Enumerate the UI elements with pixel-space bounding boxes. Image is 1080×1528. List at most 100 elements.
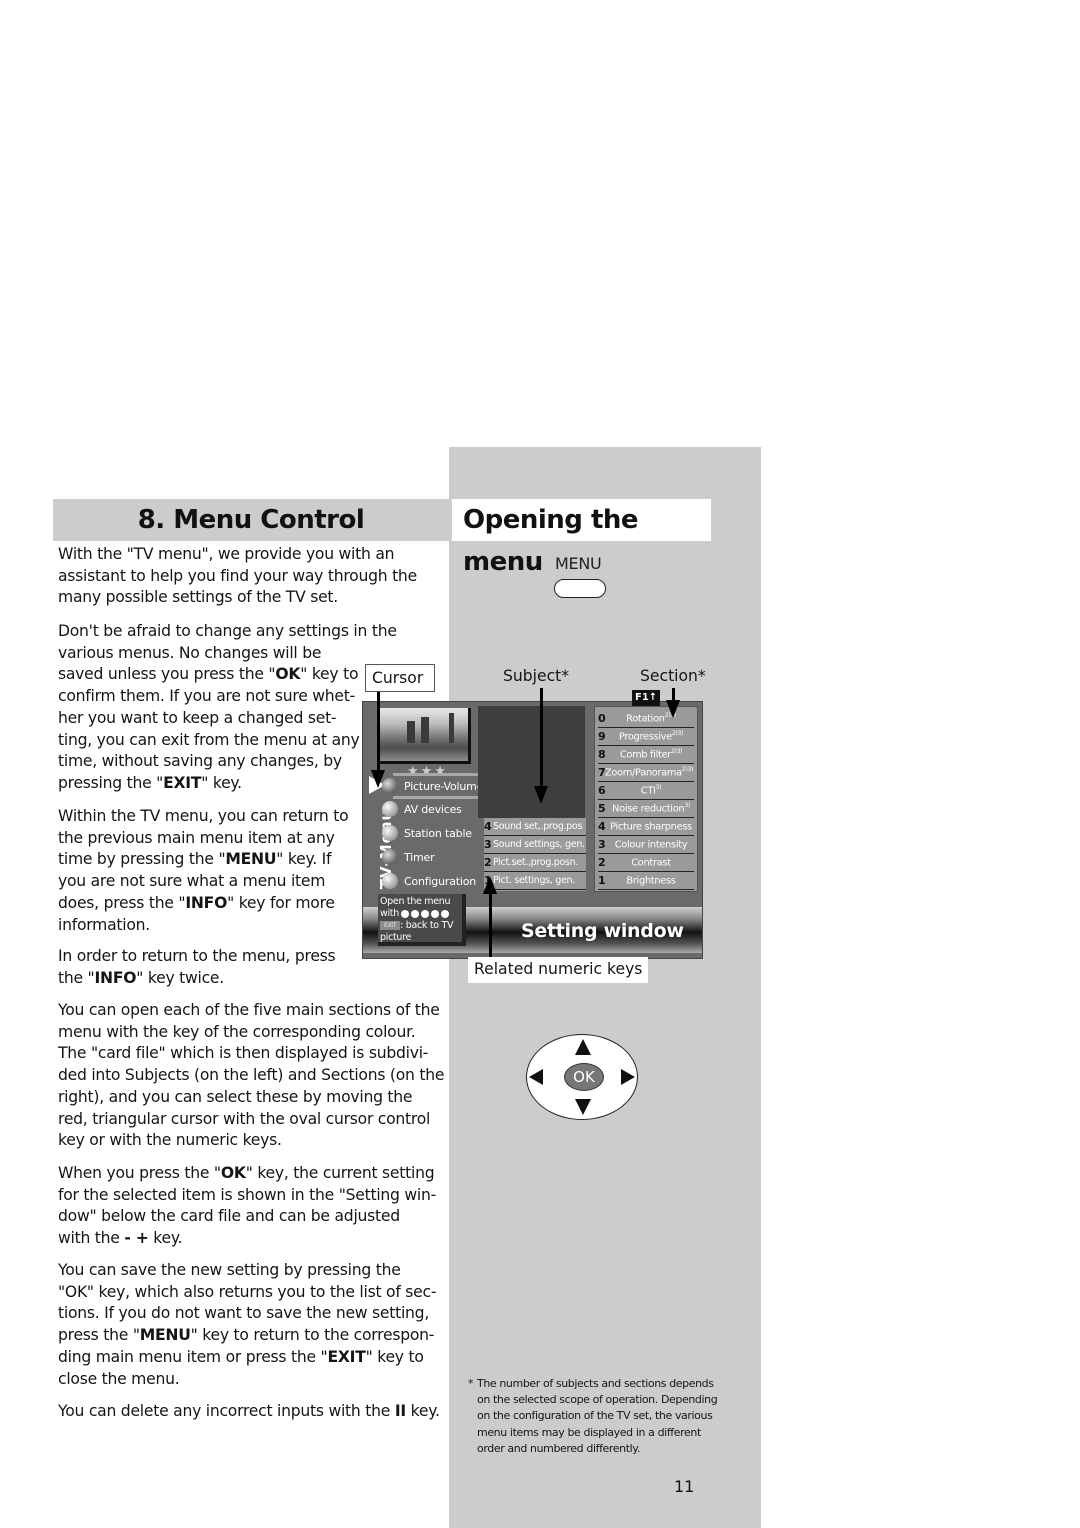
text-line: the previous main menu item at any [58,828,335,847]
text-line: for the selected item is shown in the "S… [58,1185,436,1204]
ball-icon [382,873,398,889]
page-number: 11 [674,1477,695,1496]
subject-list: 4 Sound set,.prog.pos 3 Sound settings, ge… [484,818,586,891]
text-line: many possible settings of the TV set. [58,588,338,607]
arrow-left-icon[interactable] [529,1069,543,1085]
paragraph-save: You can save the new setting by pressing… [58,1260,436,1390]
text-line: You can delete any incorrect inputs with… [58,1402,440,1420]
ok-button[interactable]: OK [564,1063,604,1091]
ball-icon [382,849,398,865]
text-line: tions. If you do not want to save the ne… [58,1304,430,1323]
paragraph-changes: Don't be afraid to change any settings i… [58,621,397,795]
text-line: press the "MENU" key to return to the co… [58,1326,435,1345]
arrow-up-icon[interactable] [575,1039,591,1055]
exit-key-icon: EXIT [380,921,401,930]
paragraph-info: In order to return to the menu, press th… [58,946,336,989]
cursor-arrow [377,692,380,772]
text-line: ding main menu item or press the "EXIT" … [58,1347,424,1366]
text-line: her you want to keep a changed set- [58,708,337,727]
menu-key-icon [554,579,606,598]
text-line: dow" below the card file and can be adju… [58,1207,400,1226]
section-item[interactable]: 9 Progressive2)3) [598,728,694,746]
sidebar-panel [449,447,761,1528]
text-line: pressing the "EXIT" key. [58,773,242,792]
section-item[interactable]: 1 Brightness [598,872,694,890]
numeric-keys-arrow [489,890,492,960]
text-line: ded into Subjects (on the left) and Sect… [58,1066,445,1085]
subsection-heading: Opening the menu [452,499,711,577]
text-line: with the - + key. [58,1229,183,1248]
subject-item[interactable]: 3 Sound settings, gen. [484,836,586,854]
subject-item[interactable]: 4 Sound set,.prog.pos [484,818,586,836]
text-line: Within the TV menu, you can return to [58,807,349,825]
text-line: You can save the new setting by pressing… [58,1261,401,1279]
preview-image [379,708,471,764]
section-label: Section* [640,667,706,685]
section-item[interactable]: 3 Colour intensity [598,836,694,854]
text-line: right), and you can select these by movi… [58,1087,413,1106]
text-line: ting, you can exit from the menu at any [58,730,360,749]
main-menu-item-timer[interactable]: Timer [382,846,435,868]
section-list: 0 Rotation2)3) 9 Progressive2)3) 8 Comb fil… [594,706,698,892]
text-line: you are not sure what a menu item [58,872,326,891]
arrow-up-icon [483,876,497,894]
hint-box: Open the menu with EXIT: back to TV pict… [378,894,466,946]
paragraph-intro: With the "TV menu", we provide you with … [58,544,417,609]
ball-icon [382,825,398,841]
text-line: time by pressing the "MENU" key. If [58,850,332,869]
text-line: You can open each of the five main secti… [58,1001,440,1019]
main-menu-item-station-table[interactable]: Station table [382,822,472,844]
text-line: time, without saving any changes, by [58,752,342,771]
text-line: In order to return to the menu, press [58,947,336,965]
subject-arrow [540,688,543,788]
section-item[interactable]: 7 Zoom/Panorama2)3) [598,764,694,782]
main-menu-item-picture-volume[interactable]: Picture-Volume [382,775,483,797]
text-line: key or with the numeric keys. [58,1131,282,1150]
main-menu-item-configuration[interactable]: Configuration [382,870,476,892]
cursor-label: Cursor [365,664,435,692]
arrow-down-icon[interactable] [575,1099,591,1115]
f1-badge: F1↑ [632,690,661,706]
text-line: the "INFO" key twice. [58,968,224,987]
tv-menu-screen: ★★★ TV-Menu Picture-Volume AV devices St… [362,690,703,959]
section-item[interactable]: 2 Contrast [598,854,694,872]
text-line: menu with the key of the corresponding c… [58,1022,416,1041]
text-line: With the "TV menu", we provide you with … [58,545,395,563]
related-numeric-keys-label: Related numeric keys [468,957,649,983]
cursor-control-pad[interactable]: OK [526,1034,638,1120]
text-line: saved unless you press the "OK" key to [58,665,359,684]
text-line: various menus. No changes will be [58,643,322,662]
text-line: close the menu. [58,1369,180,1388]
section-item[interactable]: 4 Picture sharpness [598,818,694,836]
subject-item[interactable]: 2 Pict.set.,prog.posn. [484,854,586,872]
subject-item[interactable]: 1 Pict. settings, gen. [484,872,586,890]
text-line: information. [58,915,150,934]
text-line: confirm them. If you are not sure whet- [58,687,355,706]
paragraph-navigation: Within the TV menu, you can return to th… [58,806,349,936]
arrow-down-icon [371,770,385,788]
subject-panel [478,706,585,818]
subject-label: Subject* [503,667,570,685]
arrow-down-icon [534,786,548,804]
text-line: assistant to help you find your way thro… [58,566,417,585]
text-line: When you press the "OK" key, the current… [58,1164,435,1182]
section-item[interactable]: 6 CTI3) [598,782,694,800]
paragraph-delete: You can delete any incorrect inputs with… [58,1401,440,1423]
section-item[interactable]: 5 Noise reduction3) [598,800,694,818]
paragraph-card-file: You can open each of the five main secti… [58,1000,444,1152]
footnote: * The number of subjects and sections de… [468,1377,718,1455]
menu-key-label: MENU [555,554,602,573]
text-line: Don't be afraid to change any settings i… [58,622,397,640]
ball-icon [382,801,398,817]
section-item[interactable]: 8 Comb filter2)3) [598,746,694,764]
arrow-right-icon[interactable] [621,1069,635,1085]
arrow-down-icon [666,700,680,718]
text-line: does, press the "INFO" key for more [58,893,335,912]
text-line: red, triangular cursor with the oval cur… [58,1109,431,1128]
section-heading: 8. Menu Control [53,499,449,541]
text-line: The "card file" which is then displayed … [58,1044,429,1063]
setting-window-label: Setting window [521,920,684,942]
paragraph-setting: When you press the "OK" key, the current… [58,1163,436,1250]
text-line: "OK" key, which also returns you to the … [58,1282,437,1301]
main-menu-item-av-devices[interactable]: AV devices [382,798,462,820]
